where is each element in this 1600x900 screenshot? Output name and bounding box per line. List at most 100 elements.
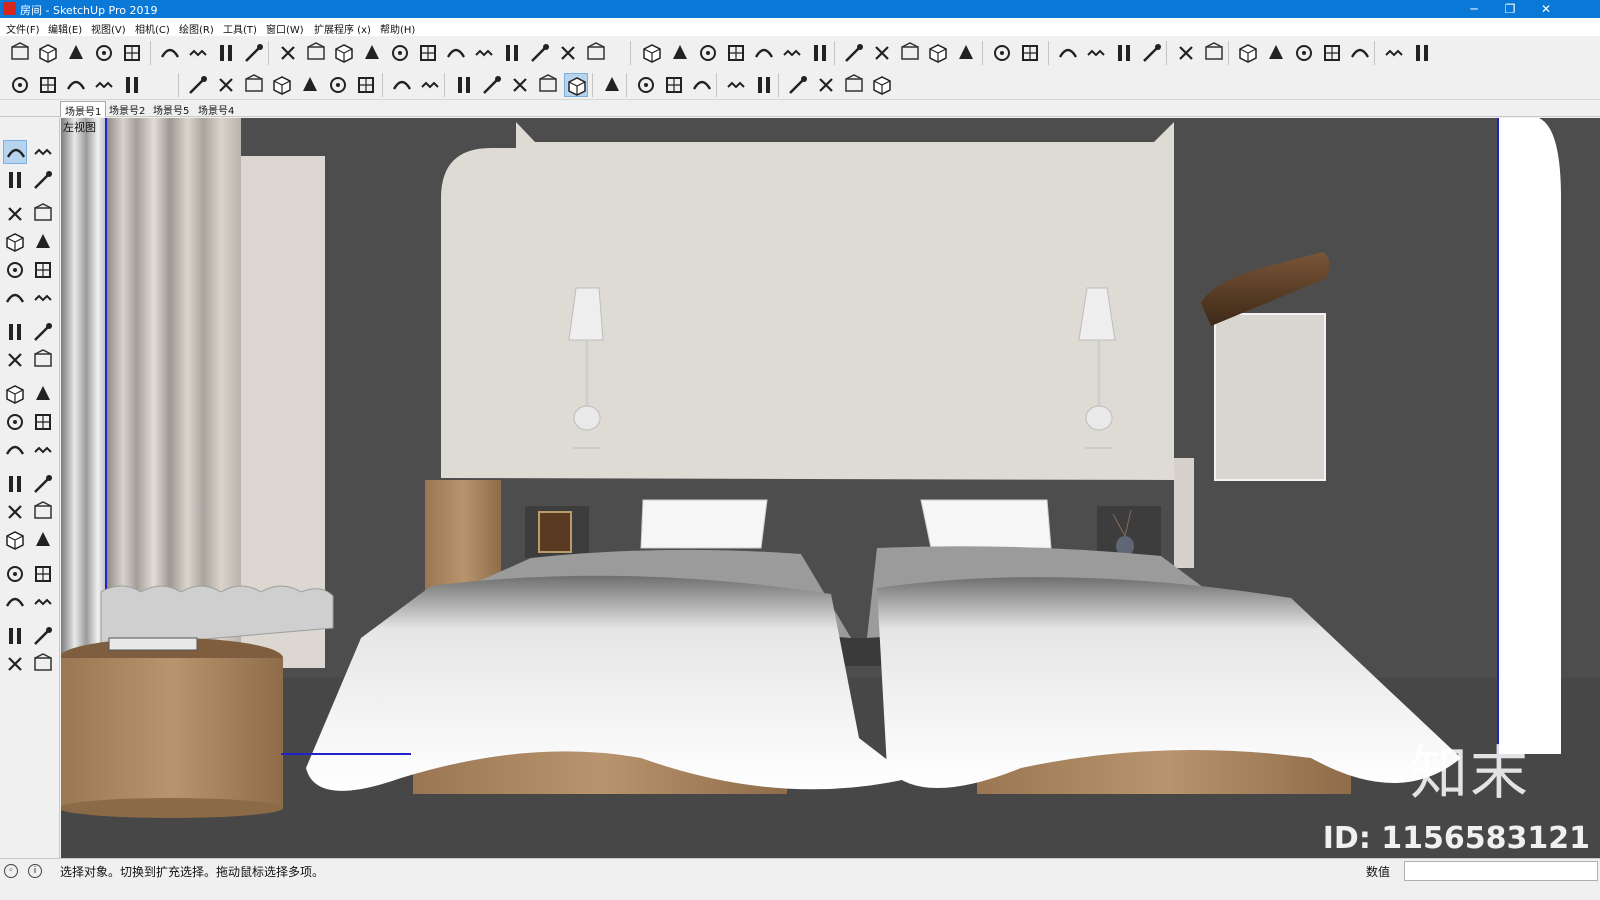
circle-minus-icon[interactable] [1056,41,1080,65]
chain-icon[interactable] [696,41,720,65]
line-icon[interactable] [304,41,328,65]
swirl-icon[interactable] [752,41,776,65]
xray-icon[interactable] [452,73,476,97]
check-icon[interactable] [1112,41,1136,65]
look-around-icon[interactable] [31,624,55,648]
paint-bucket-icon[interactable] [3,168,27,192]
freehand-icon[interactable] [31,202,55,226]
table-lamp-icon[interactable] [186,73,210,97]
door-icon[interactable] [584,41,608,65]
view-front-icon[interactable] [1348,41,1372,65]
curve-icon[interactable] [332,41,356,65]
menu-edit[interactable]: 编辑(E) [48,21,82,36]
follow-me-icon[interactable] [31,382,55,406]
bend-icon[interactable] [360,41,384,65]
zoom-icon[interactable] [3,562,27,586]
scene-tab-5[interactable]: 场景号5 [149,101,193,117]
stool-icon[interactable] [270,73,294,97]
monochrome-icon[interactable] [564,73,588,97]
lock-icon[interactable] [870,73,894,97]
component-icon[interactable] [8,73,32,97]
rotate-icon[interactable] [3,382,27,406]
circle-icon[interactable] [3,258,27,282]
info-icon[interactable]: i [28,864,42,878]
shaded-icon[interactable] [508,73,532,97]
model-icon[interactable] [1174,41,1198,65]
move-icon[interactable] [3,348,27,372]
dots-icon[interactable] [898,41,922,65]
blade-icon[interactable] [780,41,804,65]
section-plane-icon[interactable] [31,652,55,676]
menu-window[interactable]: 窗口(W) [266,21,304,36]
menu-file[interactable]: 文件(F) [6,21,40,36]
flip-icon[interactable] [276,41,300,65]
settings-icon[interactable] [1410,41,1434,65]
brush-icon[interactable] [990,41,1014,65]
menu-tools[interactable]: 工具(T) [223,21,257,36]
window3-icon[interactable] [842,73,866,97]
rectangle-icon[interactable] [3,230,27,254]
rotate-icon[interactable] [416,41,440,65]
column-icon[interactable] [186,41,210,65]
menu-camera[interactable]: 相机(C) [135,21,170,36]
orbit-icon[interactable] [3,528,27,552]
box-icon[interactable] [36,41,60,65]
eraser-icon[interactable] [31,168,55,192]
bars-icon[interactable] [242,41,266,65]
3d-text-icon[interactable] [31,500,55,524]
cloud-icon[interactable] [690,73,714,97]
component-cube-icon[interactable] [31,140,55,164]
stack-icon[interactable] [556,41,580,65]
house2-icon[interactable] [92,73,116,97]
text-icon[interactable] [31,472,55,496]
house-icon[interactable] [64,73,88,97]
book-icon[interactable] [36,73,60,97]
polygon-icon[interactable] [31,258,55,282]
push-pull-icon[interactable] [31,348,55,372]
zoom-window-icon[interactable] [31,562,55,586]
teapot-hand-icon[interactable] [662,73,686,97]
menu-view[interactable]: 视图(V) [91,21,126,36]
rotated-rect-icon[interactable] [31,230,55,254]
slope-icon[interactable] [214,41,238,65]
axes-icon[interactable] [3,500,27,524]
plane-off-icon[interactable] [752,73,776,97]
dimension-icon[interactable] [31,438,55,462]
arc-icon[interactable] [388,41,412,65]
arc-2pt-icon[interactable] [31,320,55,344]
swoosh-icon[interactable] [724,41,748,65]
measurements-input[interactable] [1404,861,1598,881]
view-iso-icon[interactable] [1292,41,1316,65]
pie-icon[interactable] [31,286,55,310]
minimize-button[interactable]: ─ [1456,0,1492,18]
env-icon[interactable] [1140,41,1164,65]
swap-icon[interactable] [1236,41,1260,65]
tape-measure-icon[interactable] [3,438,27,462]
hand-icon[interactable] [92,41,116,65]
walk-icon[interactable] [3,652,27,676]
wave-icon[interactable] [444,41,468,65]
table-icon[interactable] [1084,41,1108,65]
plane-icon[interactable] [724,73,748,97]
back-edge-icon[interactable] [480,73,504,97]
arc-3pt-icon[interactable] [3,320,27,344]
pillars-icon[interactable] [842,41,866,65]
ring-icon[interactable] [214,73,238,97]
validate-icon[interactable] [600,73,624,97]
cube-icon[interactable] [64,41,88,65]
pan-icon[interactable] [31,528,55,552]
cap-icon[interactable] [640,41,664,65]
position-camera-icon[interactable] [3,624,27,648]
teapot-icon[interactable] [634,73,658,97]
comb-icon[interactable] [808,41,832,65]
select-arrow-icon[interactable] [3,140,27,164]
join-icon[interactable] [500,41,524,65]
stairs-icon[interactable] [158,41,182,65]
scene-tab-4[interactable]: 场景号4 [194,101,238,117]
model-viewport[interactable]: 左视图 知末 ID: 1156583121 [61,118,1600,858]
circle-plus-icon[interactable] [1018,41,1042,65]
zoom-extents-icon[interactable] [3,590,27,614]
window2-icon[interactable] [814,73,838,97]
measure-icon[interactable] [1264,41,1288,65]
pencil-icon[interactable] [3,202,27,226]
